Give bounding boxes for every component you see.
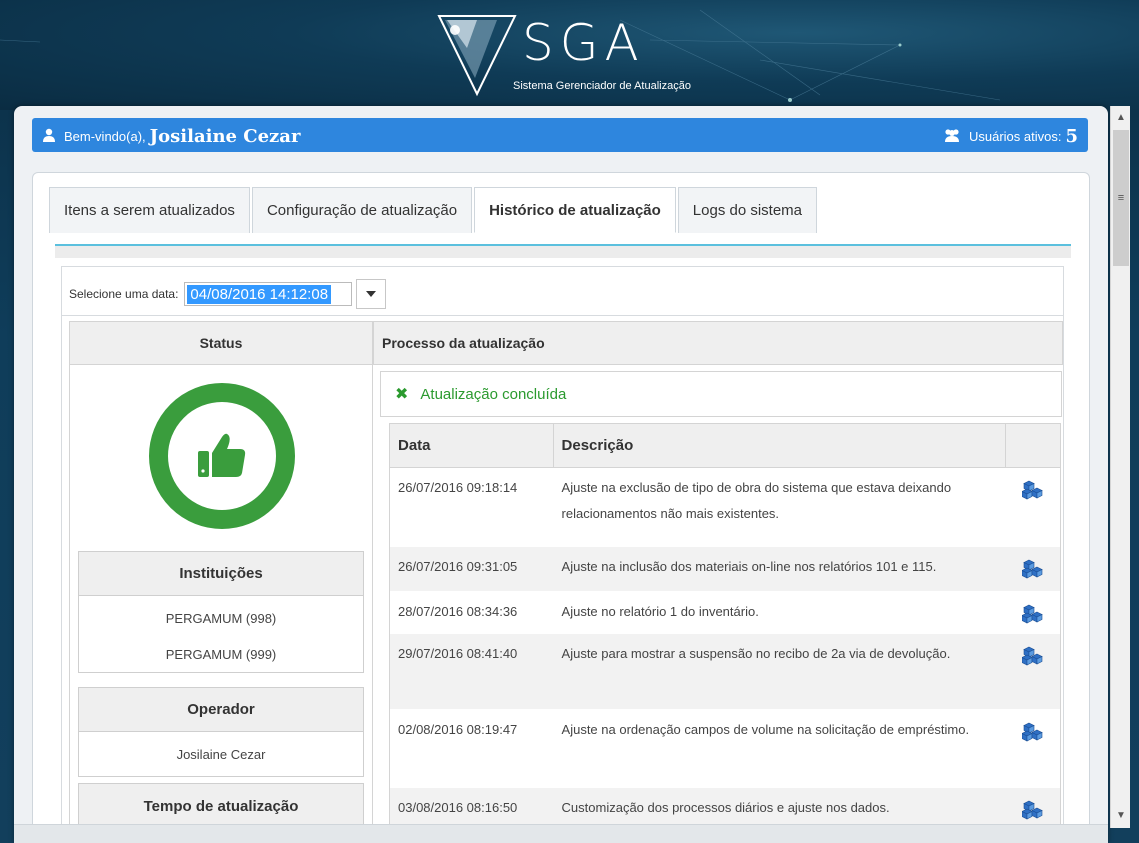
row-date: 29/07/2016 08:41:40: [398, 646, 518, 661]
tab-bar: Itens a serem atualizados Configuração d…: [49, 187, 819, 233]
row-date: 26/07/2016 09:31:05: [398, 559, 518, 574]
update-status-text: Atualização concluída: [420, 385, 567, 403]
cubes-icon[interactable]: [1021, 604, 1044, 624]
logo-subtitle: Sistema Gerenciador de Atualização: [513, 80, 691, 92]
tab-items-to-update[interactable]: Itens a serem atualizados: [49, 187, 250, 233]
sga-logo: SGA Sistema Gerenciador de Atualização: [437, 8, 737, 98]
institutions-box: Instituições PERGAMUM (998) PERGAMUM (99…: [78, 551, 364, 673]
history-box: Selecione uma data: 04/08/2016 14:12:08 …: [61, 266, 1064, 843]
user-icon: [42, 128, 56, 145]
cubes-icon[interactable]: [1021, 800, 1044, 821]
table-row: 26/07/2016 09:18:14 Ajuste na exclusão d…: [390, 468, 1060, 547]
tab-system-logs[interactable]: Logs do sistema: [677, 187, 818, 233]
tab-shade: [55, 246, 1071, 258]
cubes-icon[interactable]: [1021, 480, 1044, 536]
row-description: Ajuste no relatório 1 do inventário.: [561, 604, 759, 619]
row-action: [1006, 710, 1060, 787]
table-row: 02/08/2016 08:19:47 Ajuste na ordenação …: [390, 710, 1060, 788]
table-header: Data Descrição: [390, 424, 1060, 468]
table-row: 29/07/2016 08:41:40 Ajuste para mostrar …: [390, 634, 1060, 710]
history-table: Data Descrição 26/07/2016 09:18:14 Ajust…: [389, 423, 1061, 833]
process-header: Processo da atualização: [373, 321, 1063, 365]
tab-update-history[interactable]: Histórico de atualização: [474, 187, 676, 233]
tab-update-config[interactable]: Configuração de atualização: [251, 187, 473, 233]
row-action: [1006, 634, 1060, 709]
logo-triangle-icon: [437, 15, 517, 97]
caret-down-icon: [366, 291, 377, 297]
divider: [62, 315, 1063, 316]
scrollbar-thumb[interactable]: ≡: [1113, 130, 1129, 266]
date-selector: Selecione uma data: 04/08/2016 14:12:08: [69, 279, 387, 309]
institutions-title: Instituições: [79, 552, 363, 596]
vertical-scrollbar[interactable]: ▲ ≡ ▼: [1110, 106, 1130, 828]
content-panel: Itens a serem atualizados Configuração d…: [32, 172, 1090, 843]
operator-box: Operador Josilaine Cezar: [78, 687, 364, 777]
date-input[interactable]: 04/08/2016 14:12:08: [184, 282, 353, 306]
row-description: Ajuste na inclusão dos materiais on-line…: [561, 559, 937, 574]
row-date: 26/07/2016 09:18:14: [398, 480, 518, 495]
active-users-label: Usuários ativos:: [968, 129, 1062, 144]
col-description: Descrição: [554, 424, 1007, 467]
operator-title: Operador: [79, 688, 363, 732]
logo-text: SGA: [522, 14, 645, 72]
date-dropdown-button[interactable]: [356, 279, 387, 309]
col-actions: [1006, 424, 1060, 467]
row-action: [1006, 547, 1060, 591]
row-description: Ajuste na exclusão de tipo de obra do si…: [561, 480, 952, 521]
welcome-greeting: Bem-vindo(a),: [64, 129, 146, 144]
status-column: Instituições PERGAMUM (998) PERGAMUM (99…: [69, 365, 373, 843]
active-users-count: 5: [1065, 126, 1078, 147]
scroll-up-arrow-icon[interactable]: ▲: [1111, 108, 1131, 126]
row-action: [1006, 592, 1060, 633]
welcome-bar: Bem-vindo(a), Josilaine Cezar Usuários a…: [32, 118, 1088, 152]
scroll-down-arrow-icon[interactable]: ▼: [1111, 806, 1131, 824]
institution-item: PERGAMUM (998): [165, 610, 277, 626]
row-description: Ajuste para mostrar a suspensão no recib…: [561, 646, 951, 661]
table-row: 28/07/2016 08:34:36 Ajuste no relatório …: [390, 592, 1060, 634]
users-icon: [943, 128, 961, 145]
time-title: Tempo de atualização: [79, 784, 363, 828]
process-column: ✖ Atualização concluída Data Descrição 2…: [373, 365, 1063, 843]
institution-item: PERGAMUM (999): [165, 646, 277, 662]
thumbs-up-icon: [198, 433, 246, 477]
row-description: Ajuste na ordenação campos de volume na …: [561, 722, 970, 737]
app-header: SGA Sistema Gerenciador de Atualização: [0, 0, 1139, 110]
date-label: Selecione uma data:: [69, 287, 179, 301]
row-action: [1006, 468, 1060, 546]
close-x-icon: ✖: [395, 386, 409, 403]
status-header: Status: [69, 321, 373, 365]
cubes-icon[interactable]: [1021, 646, 1044, 699]
main-window: Bem-vindo(a), Josilaine Cezar Usuários a…: [14, 106, 1108, 843]
row-date: 02/08/2016 08:19:47: [398, 722, 518, 737]
operator-name: Josilaine Cezar: [176, 746, 266, 762]
time-box: Tempo de atualização: [78, 783, 364, 828]
table-row: 26/07/2016 09:31:05 Ajuste na inclusão d…: [390, 547, 1060, 592]
bottom-edge: [14, 824, 1108, 843]
col-date: Data: [390, 424, 554, 467]
date-value: 04/08/2016 14:12:08: [187, 284, 332, 304]
cubes-icon[interactable]: [1021, 559, 1044, 581]
update-status-bar: ✖ Atualização concluída: [380, 371, 1062, 417]
welcome-user-name: Josilaine Cezar: [149, 126, 301, 147]
success-ring: [149, 383, 295, 529]
row-date: 28/07/2016 08:34:36: [398, 604, 518, 619]
cubes-icon[interactable]: [1021, 722, 1044, 777]
